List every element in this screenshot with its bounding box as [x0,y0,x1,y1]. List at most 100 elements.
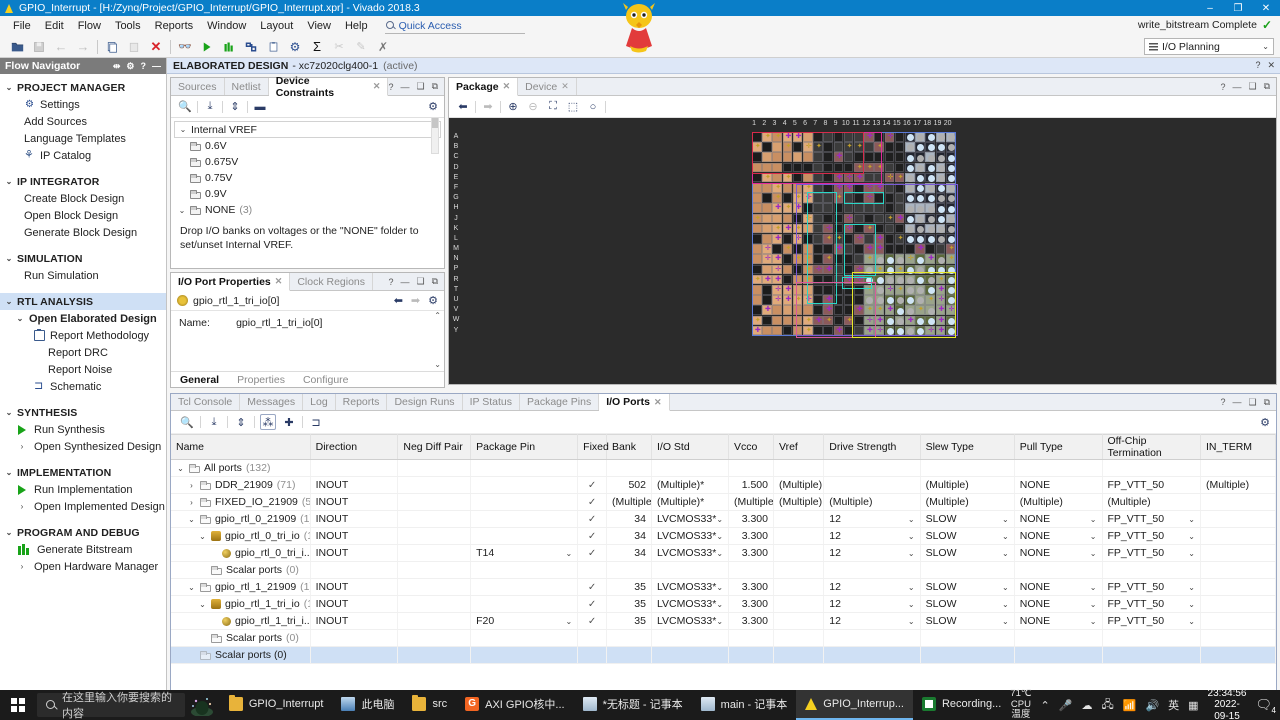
package-pin-cell[interactable]: ✚ [772,274,782,285]
cell-drive-strength[interactable]: 12 ⌄ [823,527,921,545]
package-pin-cell[interactable] [894,274,905,285]
chevron-down-icon[interactable]: ⌄ [1002,617,1009,626]
maximize-icon[interactable]: ❑ [1248,397,1256,408]
taskbar-search-input[interactable]: 在这里输入你要搜索的内容 [36,692,185,720]
float-icon[interactable]: ⧉ [1264,397,1270,408]
cell-off-chip-termination[interactable]: FP_VTT_50 ⌄ [1102,612,1201,630]
package-pin-cell[interactable] [945,274,956,285]
package-pin-cell[interactable] [782,305,793,315]
package-pin-cell[interactable] [782,152,793,162]
cell-name[interactable]: ⌄ gpio_rtl_0_21909 (1) [171,510,311,528]
cancel-icon[interactable]: ✕ [145,37,167,57]
package-pin-cell[interactable] [843,203,854,213]
tab-package-pins[interactable]: Package Pins [520,394,600,410]
column-header[interactable]: Neg Diff Pair [397,434,472,460]
package-pin-cell[interactable] [762,234,772,244]
package-pin-cell[interactable] [854,213,864,224]
volume-icon[interactable]: 🔊 [1145,699,1159,712]
package-pin-cell[interactable]: ✦ [915,305,925,315]
menu-tools[interactable]: Tools [108,18,148,34]
package-pin-cell[interactable] [803,172,813,183]
package-pin-cell[interactable] [772,213,782,224]
table-row[interactable]: Scalar ports (0) [171,561,1276,579]
package-pin-cell[interactable]: ✦ [894,172,905,183]
package-pin-cell[interactable]: ✚ [782,223,793,234]
package-canvas[interactable]: 1 2 3 4 5 6 7 8 9 10 11 12 13 14 15 16 17 18 19 20 ABCDEFGH… [449,118,1276,384]
package-pin-cell[interactable] [884,234,895,244]
close-button[interactable]: ✕ [1252,0,1280,16]
table-row[interactable]: gpio_rtl_0_tri_i... INOUT T14 ⌄ ✓ 34 LVCMOS33*… [171,544,1276,562]
package-pin-cell[interactable]: ✚ [833,152,844,162]
scroll-down-icon[interactable]: ⌄ [434,360,441,369]
menu-flow[interactable]: Flow [71,18,108,34]
help-icon[interactable]: ? [1220,397,1225,407]
package-pin-cell[interactable] [803,223,813,234]
package-pin-cell[interactable] [833,264,844,275]
package-pin-cell[interactable]: ✛ [803,213,813,224]
cell-name[interactable]: ⌄ gpio_rtl_1_21909 (1) [171,578,311,596]
package-pin-cell[interactable]: ✚ [854,172,864,183]
sidebar-item-create-block-design[interactable]: Create Block Design [0,190,166,207]
package-pin-cell[interactable]: ✦ [833,234,844,244]
package-pin-cell[interactable] [762,213,772,224]
table-row[interactable]: Scalar ports (0) [171,646,1276,664]
chevron-down-icon[interactable]: ⌄ [1188,515,1195,524]
package-pin-cell[interactable] [854,315,864,326]
chevron-down-icon[interactable]: ⌄ [1090,549,1097,558]
chevron-down-icon[interactable]: ⌄ [1002,583,1009,592]
chevron-down-icon[interactable]: ⌄ [565,549,572,558]
column-header[interactable]: Package Pin [470,434,579,460]
minimize-icon[interactable]: — [1232,82,1241,92]
sidebar-item-generate-block-design[interactable]: Generate Block Design [0,224,166,241]
package-pin-cell[interactable] [894,325,905,336]
package-pin-cell[interactable] [884,162,895,173]
package-pin-cell[interactable] [813,305,823,315]
package-pin-cell[interactable]: ✦ [792,295,803,305]
cell-fixed-checkbox[interactable] [577,561,608,579]
taskbar-item[interactable]: *无标题 - 记事本 [574,690,692,720]
sidebar-item-open-implemented-design[interactable]: › Open Implemented Design [0,498,166,515]
package-pin-cell[interactable]: ✦ [823,234,833,244]
menu-view[interactable]: View [300,18,338,34]
cell-slew-type[interactable]: SLOW ⌄ [920,527,1015,545]
chevron-down-icon[interactable]: ⌄ [1090,515,1097,524]
tab-package[interactable]: Package ✕ [449,78,519,96]
cell-io-std[interactable]: LVCMOS33* ⌄ [651,510,730,528]
package-pin-cell[interactable] [905,295,915,305]
package-pin-cell[interactable] [905,325,915,336]
chevron-down-icon[interactable]: ⌄ [908,583,915,592]
zoom-fit-icon[interactable]: ⛶ [545,99,561,115]
package-pin-cell[interactable] [833,162,844,173]
binoculars-icon[interactable]: 👓 [174,37,196,57]
expand-all-icon[interactable]: ⇕ [227,99,243,115]
package-pin-cell[interactable] [803,162,813,173]
maximize-icon[interactable]: ❑ [416,276,424,287]
gear-icon[interactable]: ⚙ [428,294,438,307]
chevron-down-icon[interactable]: ⌄ [716,549,723,558]
cell-drive-strength[interactable]: 12 ⌄ [823,510,921,528]
close-icon[interactable]: ✕ [561,81,569,92]
package-pin-cell[interactable]: ✚ [833,183,844,193]
package-pin-cell[interactable]: ✦ [803,325,813,336]
package-pin-cell[interactable] [752,254,762,264]
package-pin-cell[interactable]: ✚ [782,285,793,295]
package-pin-cell[interactable]: ✚ [874,183,884,193]
package-pin-cell[interactable] [803,244,813,254]
chevron-down-icon[interactable]: ⌄ [1090,600,1097,609]
package-pin-cell[interactable] [752,172,762,183]
package-pin-cell[interactable] [843,325,854,336]
package-pin-cell[interactable] [813,213,823,224]
tab-sources[interactable]: Sources [171,78,225,95]
package-pin-cell[interactable] [935,132,946,142]
chevron-down-icon[interactable]: ⌄ [716,532,723,541]
cell-io-std[interactable]: LVCMOS33* ⌄ [651,527,730,545]
package-pin-cell[interactable] [752,132,762,142]
tab-device-constraints[interactable]: Device Constraints ✕ [268,75,389,99]
package-pin-cell[interactable] [752,295,762,305]
package-pin-cell[interactable] [843,295,854,305]
package-pin-cell[interactable] [854,223,864,234]
chevron-down-icon[interactable]: ⌄ [908,600,915,609]
chevron-down-icon[interactable]: ⌄ [1090,532,1097,541]
package-pin-cell[interactable] [894,223,905,234]
cell-off-chip-termination[interactable]: FP_VTT_50 ⌄ [1102,544,1201,562]
